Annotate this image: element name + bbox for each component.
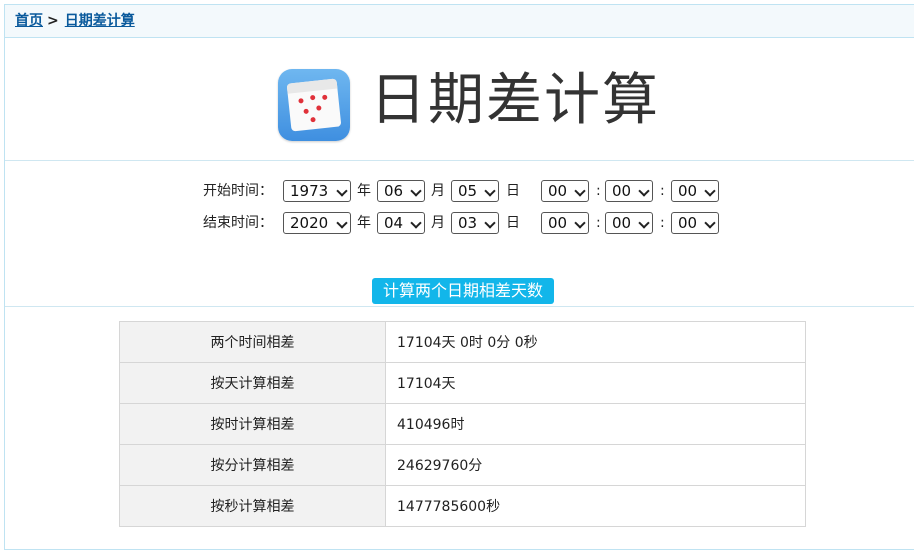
chevron-down-icon <box>484 185 496 197</box>
table-row: 按时计算相差 410496时 <box>119 403 806 445</box>
end-day-unit: 日 <box>506 215 520 231</box>
table-row: 按分计算相差 24629760分 <box>119 444 806 486</box>
result-value: 17104天 0时 0分 0秒 <box>385 321 806 363</box>
start-day-select[interactable]: 05 <box>451 180 499 202</box>
end-time-label: 结束时间： <box>203 215 273 231</box>
start-month-select[interactable]: 06 <box>377 180 425 202</box>
end-hour-select[interactable]: 00 <box>541 212 589 234</box>
start-time-label: 开始时间： <box>203 183 273 199</box>
chevron-down-icon <box>336 185 348 197</box>
result-table: 两个时间相差 17104天 0时 0分 0秒 按天计算相差 17104天 按时计… <box>119 321 806 527</box>
end-second-select[interactable]: 00 <box>671 212 719 234</box>
table-row: 两个时间相差 17104天 0时 0分 0秒 <box>119 321 806 363</box>
end-month-unit: 月 <box>431 215 445 231</box>
page-title: 日期差计算 <box>370 68 660 133</box>
table-row: 按天计算相差 17104天 <box>119 362 806 404</box>
end-minute-select[interactable]: 00 <box>605 212 653 234</box>
result-key: 按秒计算相差 <box>119 485 386 527</box>
end-day-select[interactable]: 03 <box>451 212 499 234</box>
start-second-select[interactable]: 00 <box>671 180 719 202</box>
breadcrumb: 首页 > 日期差计算 <box>5 5 914 38</box>
end-year-select[interactable]: 2020 <box>283 212 351 234</box>
calculate-button[interactable]: 计算两个日期相差天数 <box>372 278 554 304</box>
start-year-select[interactable]: 1973 <box>283 180 351 202</box>
result-key: 按天计算相差 <box>119 362 386 404</box>
start-day-unit: 日 <box>506 183 520 199</box>
chevron-down-icon <box>638 217 650 229</box>
result-value: 410496时 <box>385 403 806 445</box>
breadcrumb-home-link[interactable]: 首页 <box>15 13 43 29</box>
chevron-down-icon <box>410 185 422 197</box>
chevron-down-icon <box>704 185 716 197</box>
breadcrumb-current-link[interactable]: 日期差计算 <box>65 13 135 29</box>
colon-separator: : <box>660 183 665 199</box>
breadcrumb-separator: > <box>47 13 59 29</box>
result-key: 按时计算相差 <box>119 403 386 445</box>
end-year-unit: 年 <box>357 215 371 231</box>
chevron-down-icon <box>484 217 496 229</box>
end-month-select[interactable]: 04 <box>377 212 425 234</box>
result-key: 两个时间相差 <box>119 321 386 363</box>
result-key: 按分计算相差 <box>119 444 386 486</box>
calendar-icon <box>286 78 342 132</box>
start-minute-select[interactable]: 00 <box>605 180 653 202</box>
table-row: 按秒计算相差 1477785600秒 <box>119 485 806 527</box>
chevron-down-icon <box>336 217 348 229</box>
result-value: 1477785600秒 <box>385 485 806 527</box>
start-year-unit: 年 <box>357 183 371 199</box>
colon-separator: : <box>660 215 665 231</box>
colon-separator: : <box>596 183 601 199</box>
page-frame: 首页> 日期差计算 日期差计算 开始时间： 1973 年 06 月 05 日 <box>4 4 914 550</box>
chevron-down-icon <box>638 185 650 197</box>
chevron-down-icon <box>704 217 716 229</box>
start-month-unit: 月 <box>431 183 445 199</box>
result-value: 24629760分 <box>385 444 806 486</box>
result-value: 17104天 <box>385 362 806 404</box>
calendar-app-icon <box>278 69 350 141</box>
chevron-down-icon <box>410 217 422 229</box>
chevron-down-icon <box>574 185 586 197</box>
date-form: 开始时间： 1973 年 06 月 05 日 00 : 00 : 00 结束时间… <box>5 162 914 307</box>
title-section: 日期差计算 <box>5 39 914 161</box>
colon-separator: : <box>596 215 601 231</box>
start-hour-select[interactable]: 00 <box>541 180 589 202</box>
chevron-down-icon <box>574 217 586 229</box>
